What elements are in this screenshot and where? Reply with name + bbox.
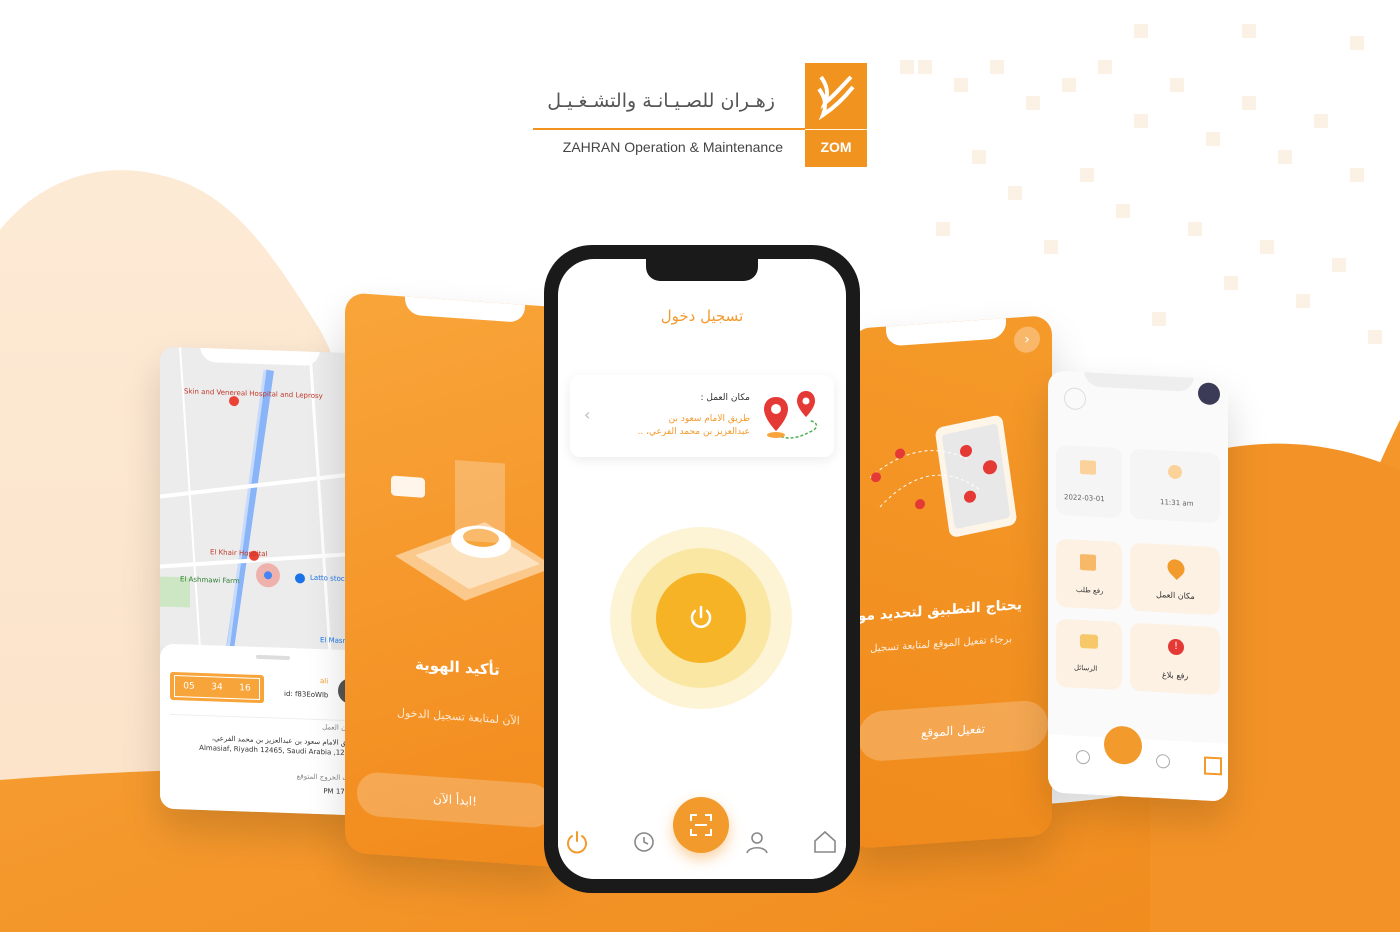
timer-minutes: 34 xyxy=(211,682,223,693)
power-icon xyxy=(690,605,712,628)
chevron-right-icon[interactable]: › xyxy=(1014,325,1040,354)
location-pin-icon xyxy=(1163,555,1189,581)
tab-bar xyxy=(1048,725,1228,802)
user-name: ali xyxy=(320,677,329,686)
location-title: يحتاج التطبيق لتحديد موقع xyxy=(850,597,1022,626)
time-card: 11:31 am xyxy=(1130,448,1220,524)
drag-handle[interactable] xyxy=(256,654,290,661)
current-time: 11:31 am xyxy=(1160,498,1194,508)
tile-label: رفع بلاغ xyxy=(1162,670,1189,681)
user-icon[interactable] xyxy=(744,829,770,855)
attendance-sheet: 05 34 16 ali id: f83EoWlb مكان العمل طري… xyxy=(160,643,360,816)
calendar-icon xyxy=(1080,459,1096,475)
brand-name-arabic: زهـران للصـيـانـة والتشـغـيـل xyxy=(547,90,775,112)
shift-timer: 05 34 16 xyxy=(170,671,264,704)
identity-title: تأكيد الهوية xyxy=(415,655,500,680)
history-icon[interactable] xyxy=(630,829,656,855)
home-icon[interactable] xyxy=(812,829,838,855)
tile-label: مكان العمل xyxy=(1156,589,1195,601)
start-now-button[interactable]: ابدأ الآن! xyxy=(357,771,553,829)
workplace-card[interactable]: ‹ مكان العمل : طريق الامام سعود بن عبدال… xyxy=(570,375,834,457)
scan-icon[interactable] xyxy=(1104,725,1142,766)
brand-abbr: ZOM xyxy=(820,139,852,155)
tile-report[interactable]: ! رفع بلاغ xyxy=(1130,622,1220,696)
location-subtitle: برجاء تفعيل الموقع لمتابعة تسجيل xyxy=(870,633,1012,655)
brand-name-english: ZAHRAN Operation & Maintenance xyxy=(562,139,783,155)
tile-label: رفع طلب xyxy=(1076,585,1104,596)
address-line: عبدالعزيز بن محمد الفرعي، .. xyxy=(637,427,750,437)
brand-logo: زهـران للصـيـانـة والتشـغـيـل ZAHRAN Ope… xyxy=(533,63,867,167)
history-icon[interactable] xyxy=(1076,749,1090,765)
route-pins-icon xyxy=(764,391,818,439)
user-id: id: f83EoWlb xyxy=(284,689,329,700)
bell-icon[interactable] xyxy=(1064,387,1086,411)
tile-request[interactable]: رفع طلب xyxy=(1056,538,1122,611)
date-card: 2022-03-01 xyxy=(1056,444,1122,519)
check-in-power-button[interactable] xyxy=(610,527,792,709)
enable-location-button[interactable]: تفعيل الموقع xyxy=(858,699,1048,763)
logo-box: ZOM xyxy=(805,63,867,167)
calendar-icon xyxy=(1080,553,1096,571)
tile-messages[interactable]: الرسائل xyxy=(1056,618,1122,691)
phone-notch xyxy=(646,259,758,281)
workplace-label: مكان العمل : xyxy=(700,393,751,403)
phone-frame: تسجيل دخول ‹ مكان العمل : طريق الامام سع… xyxy=(544,245,860,893)
scan-button[interactable] xyxy=(673,797,729,853)
tile-label: الرسائل xyxy=(1074,663,1098,673)
identity-illustration xyxy=(391,460,555,601)
map-label: El Masr xyxy=(320,636,346,645)
logo-divider xyxy=(533,128,805,130)
current-date: 2022-03-01 xyxy=(1064,493,1105,504)
identity-subtitle: الآن لمتابعة تسجيل الدخول xyxy=(397,705,520,728)
login-screen: تسجيل دخول ‹ مكان العمل : طريق الامام سع… xyxy=(558,259,846,879)
workplace-address: طريق الامام سعود بن عبدالعزيز بن محمد ال… xyxy=(610,413,750,439)
timer-hours: 05 xyxy=(183,681,195,692)
alert-icon: ! xyxy=(1168,638,1184,656)
scan-icon xyxy=(690,814,712,836)
address-line: طريق الامام سعود بن xyxy=(668,414,750,424)
page-title: تسجيل دخول xyxy=(660,307,744,325)
home-icon[interactable] xyxy=(1204,756,1222,776)
zahran-wave-icon xyxy=(817,75,855,121)
tile-workplace[interactable]: مكان العمل xyxy=(1130,542,1220,616)
stage: زهـران للصـيـانـة والتشـغـيـل ZAHRAN Ope… xyxy=(0,0,1400,932)
chat-icon xyxy=(1080,633,1098,649)
map-label: Latto stock xyxy=(310,573,349,584)
map-screen: Skin and Venereal Hospital and Leprosy E… xyxy=(160,346,360,816)
chevron-left-icon[interactable]: ‹ xyxy=(584,405,590,424)
timer-seconds: 16 xyxy=(239,683,251,694)
location-screen: › يحتاج التطبيق لتحديد موقع برجاء تفعيل … xyxy=(850,314,1052,850)
user-icon[interactable] xyxy=(1156,753,1170,769)
dashboard-screen: 2022-03-01 11:31 am مكان العمل رفع طلب !… xyxy=(1048,370,1228,802)
workplace-address: طريق الامام سعود بن عبدالعزيز بن محمد ال… xyxy=(199,734,358,758)
identity-screen: تأكيد الهوية الآن لمتابعة تسجيل الدخول ا… xyxy=(345,292,565,868)
power-icon[interactable] xyxy=(564,829,590,855)
avatar[interactable] xyxy=(1198,382,1220,406)
clock-icon xyxy=(1168,464,1182,480)
location-illustration xyxy=(869,415,1017,537)
